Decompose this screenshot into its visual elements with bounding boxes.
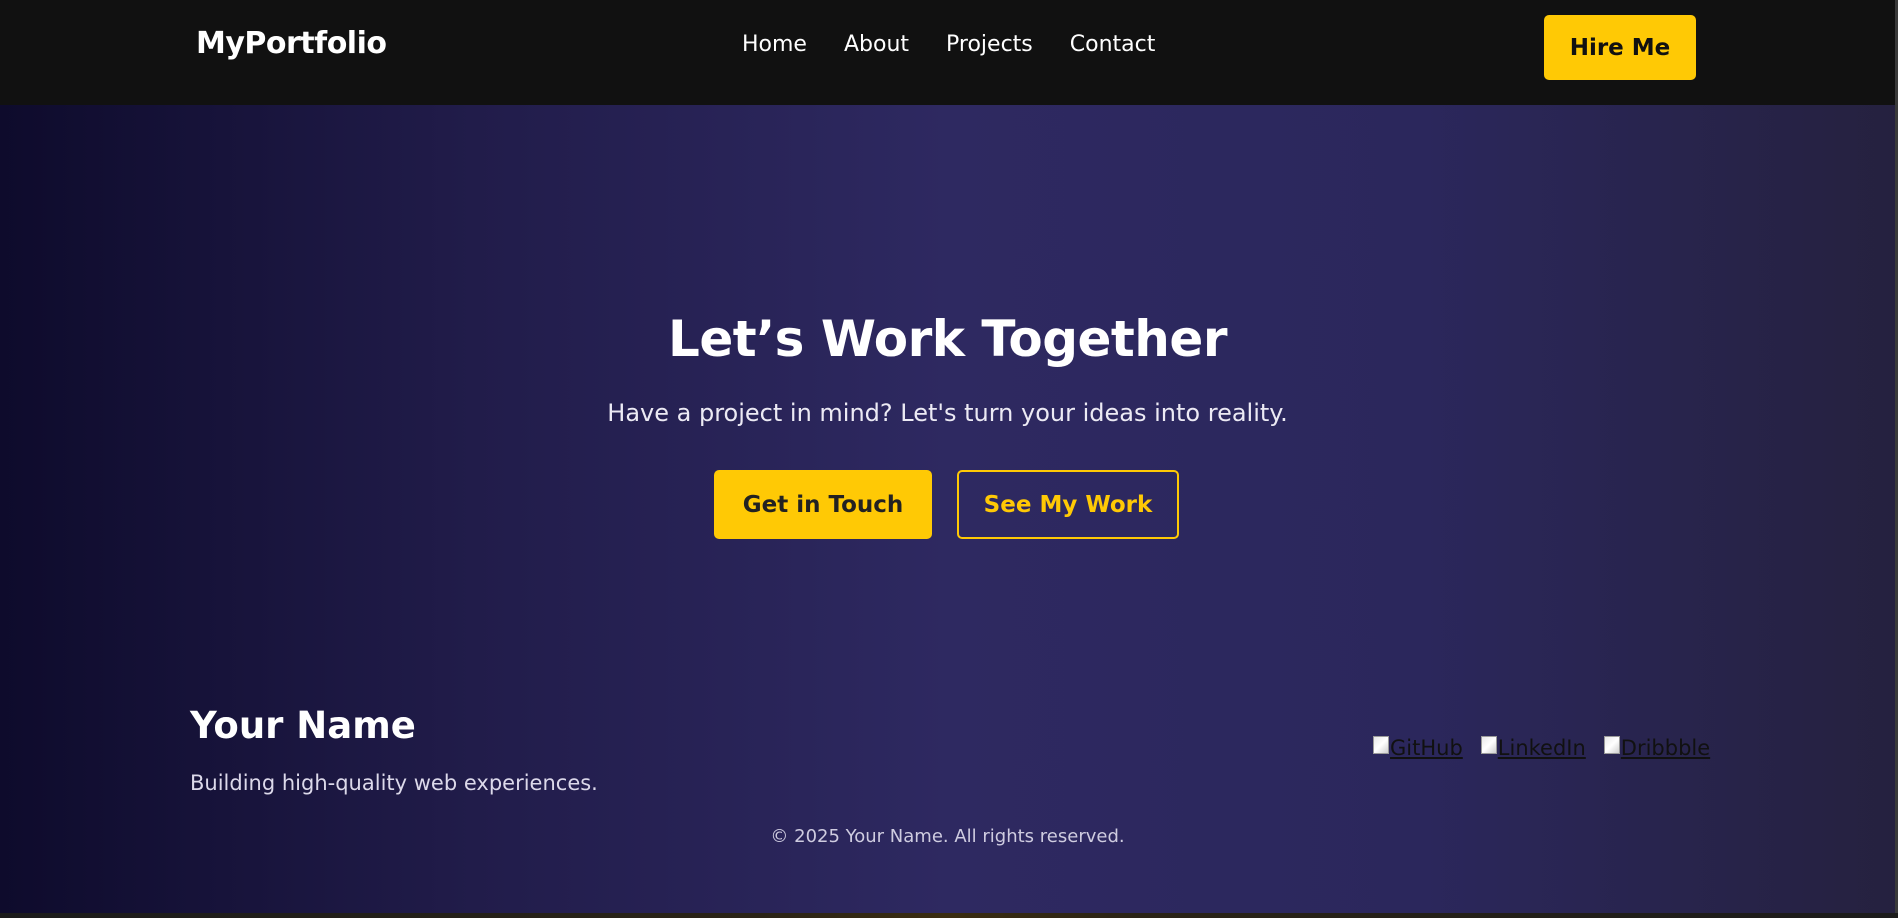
hero-title: Let’s Work Together [668,310,1227,368]
dribbble-link[interactable]: Dribbble [1603,736,1711,760]
nav-link-contact[interactable]: Contact [1070,32,1156,57]
brand-logo[interactable]: MyPortfolio [196,26,387,61]
hero-subtitle: Have a project in mind? Let's turn your … [607,399,1288,427]
broken-image-icon [1603,736,1620,754]
hire-me-button[interactable]: Hire Me [1544,15,1696,80]
copyright-text: © 2025 Your Name. All rights reserved. [770,826,1125,847]
see-my-work-button[interactable]: See My Work [957,470,1179,539]
nav-link-projects[interactable]: Projects [946,32,1033,57]
taskbar-edge [0,913,1898,918]
linkedin-alt-text: LinkedIn [1497,736,1586,760]
nav-link-about[interactable]: About [844,32,909,57]
navbar: MyPortfolio Home About Projects Contact … [0,0,1895,105]
github-link[interactable]: GitHub [1373,736,1463,760]
footer-name: Your Name [190,704,416,747]
dribbble-alt-text: Dribbble [1620,736,1711,760]
browser-viewport: MyPortfolio Home About Projects Contact … [0,0,1898,918]
nav-link-home[interactable]: Home [742,32,807,57]
social-links: GitHub LinkedIn Dribbble [1373,736,1710,760]
nav-links: Home About Projects Contact [742,32,1155,57]
broken-image-icon [1480,736,1497,754]
get-in-touch-button[interactable]: Get in Touch [714,470,932,539]
footer-tagline: Building high-quality web experiences. [190,771,598,795]
github-alt-text: GitHub [1390,736,1463,760]
broken-image-icon [1373,736,1389,754]
linkedin-link[interactable]: LinkedIn [1480,736,1586,760]
hero-buttons: Get in Touch See My Work [714,470,1179,539]
